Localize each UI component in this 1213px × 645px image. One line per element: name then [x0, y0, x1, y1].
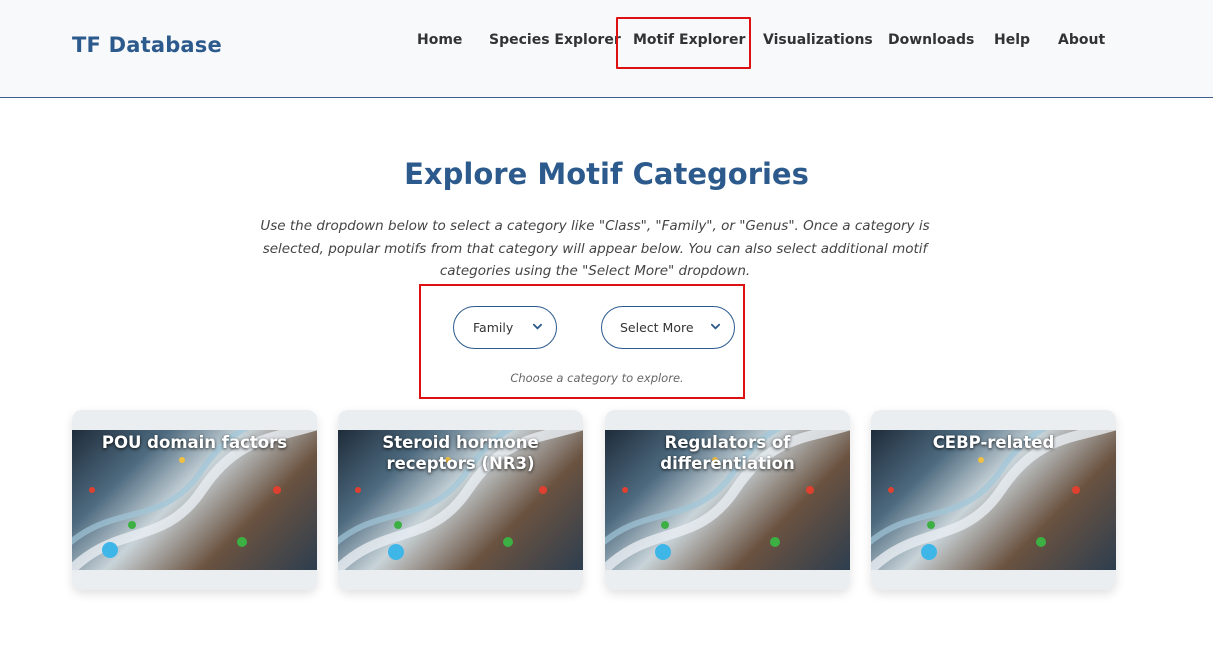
page-description: Use the dropdown below to select a categ…: [260, 218, 930, 279]
motif-card[interactable]: Regulators of differentiation: [605, 410, 850, 590]
main-nav: Home Species Explorer Motif Explorer Vis…: [0, 0, 1213, 84]
chevron-down-icon: [711, 323, 720, 330]
select-more-dropdown[interactable]: Select More: [601, 306, 735, 349]
nav-species-explorer[interactable]: Species Explorer: [489, 32, 621, 48]
select-more-dropdown-value: Select More: [620, 320, 694, 335]
motif-card-title: POU domain factors: [101, 433, 288, 452]
nav-home[interactable]: Home: [417, 32, 462, 48]
category-hint: Choose a category to explore.: [510, 371, 684, 385]
motif-card[interactable]: POU domain factors: [72, 410, 317, 590]
motif-card-title: Steroid hormone receptors (NR3): [382, 433, 539, 473]
motif-card-title: Regulators of differentiation: [660, 433, 795, 473]
nav-downloads[interactable]: Downloads: [888, 32, 974, 48]
motif-card[interactable]: CEBP-related: [871, 410, 1116, 590]
chevron-down-icon: [533, 323, 542, 330]
page-title: Explore Motif Categories: [404, 157, 809, 191]
category-dropdown[interactable]: Family: [453, 306, 557, 349]
active-nav-highlight: [616, 17, 751, 69]
category-dropdown-value: Family: [473, 320, 514, 335]
nav-help[interactable]: Help: [994, 32, 1030, 48]
nav-visualizations[interactable]: Visualizations: [763, 32, 873, 48]
nav-about[interactable]: About: [1058, 32, 1105, 48]
motif-card[interactable]: Steroid hormone receptors (NR3): [338, 410, 583, 590]
top-navbar: TF Database Home Species Explorer Motif …: [0, 0, 1213, 98]
motif-card-title: CEBP-related: [932, 433, 1055, 452]
